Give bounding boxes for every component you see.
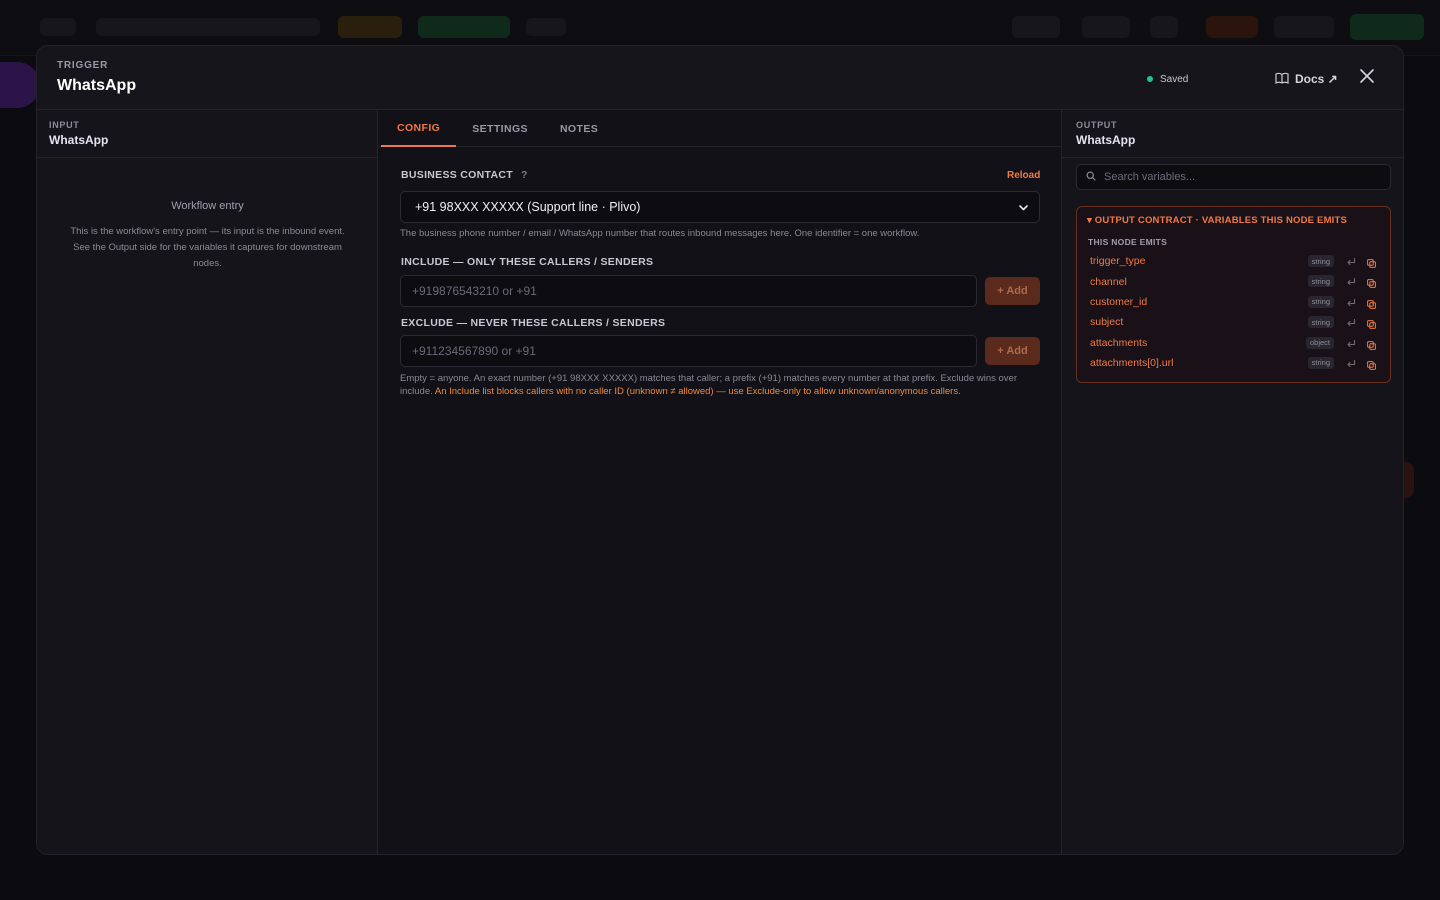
tab-bar: CONFIG SETTINGS NOTES (378, 110, 1061, 147)
filter-rules-note: Empty = anyone. An exact number (+91 98X… (400, 373, 1025, 398)
business-contact-select[interactable]: +91 98XXX XXXXX (Support line · Plivo) (400, 191, 1040, 223)
variable-row[interactable]: trigger_type string (1077, 251, 1390, 271)
filter-rules-warning: An Include list blocks callers with no c… (434, 385, 961, 397)
variable-name[interactable]: attachments (1090, 337, 1147, 349)
insert-variable-icon[interactable] (1346, 315, 1356, 333)
output-pane-header: OUTPUT WhatsApp (1062, 110, 1403, 158)
variable-row[interactable]: customer_id string (1077, 292, 1390, 312)
close-icon (1360, 68, 1374, 88)
workflow-entry-description: This is the workflow's entry point — its… (70, 226, 345, 269)
output-contract-toggle[interactable]: ▾ OUTPUT CONTRACT · VARIABLES THIS NODE … (1087, 215, 1347, 226)
variable-type-badge: string (1307, 356, 1334, 369)
variable-row[interactable]: subject string (1077, 312, 1390, 332)
variable-type-badge: string (1307, 295, 1334, 308)
background-placeholder (1012, 16, 1060, 38)
output-contract-subheading: THIS NODE EMITS (1088, 237, 1168, 247)
background-placeholder (40, 18, 76, 36)
copy-icon[interactable] (1367, 316, 1376, 334)
node-title: WhatsApp (57, 77, 137, 94)
background-placeholder (418, 16, 510, 38)
business-contact-label: BUSINESS CONTACT? (401, 169, 528, 181)
variable-search (1076, 164, 1391, 190)
search-icon (1086, 168, 1096, 186)
output-contract-panel: ▾ OUTPUT CONTRACT · VARIABLES THIS NODE … (1076, 206, 1391, 383)
output-pane: OUTPUT WhatsApp ▾ OUTPUT CONTRACT · VARI… (1062, 110, 1403, 854)
copy-icon[interactable] (1367, 337, 1376, 355)
insert-variable-icon[interactable] (1346, 336, 1356, 354)
save-status: Saved (1147, 72, 1188, 86)
node-kind-label: TRIGGER (57, 60, 109, 71)
copy-icon[interactable] (1367, 357, 1376, 375)
save-status-label: Saved (1160, 73, 1189, 85)
variable-row[interactable]: attachments object (1077, 333, 1390, 353)
insert-variable-icon[interactable] (1346, 356, 1356, 374)
config-pane: CONFIG SETTINGS NOTES BUSINESS CONTACT? … (378, 110, 1062, 854)
variable-type-badge: string (1307, 316, 1334, 329)
exclude-add-button[interactable]: + Add (985, 337, 1040, 365)
variable-type-badge: string (1307, 255, 1334, 267)
input-pane-title: WhatsApp (49, 133, 109, 147)
workflow-entry-title: Workflow entry (171, 200, 244, 212)
variable-type-badge: object (1305, 336, 1334, 349)
background-placeholder (1350, 14, 1424, 40)
tab-config[interactable]: CONFIG (381, 110, 457, 147)
input-pane-kicker: INPUT (49, 120, 80, 130)
docs-link[interactable]: Docs ↗ (1275, 70, 1338, 88)
include-input[interactable] (400, 275, 977, 307)
background-accent (0, 62, 40, 108)
docs-link-label: Docs ↗ (1295, 72, 1338, 86)
status-dot-icon (1147, 76, 1153, 82)
help-icon[interactable]: ? (521, 169, 528, 181)
variable-name[interactable]: trigger_type (1090, 255, 1145, 267)
book-icon (1275, 72, 1289, 87)
copy-icon[interactable] (1367, 275, 1376, 293)
background-placeholder (1274, 16, 1334, 38)
tab-settings[interactable]: SETTINGS (456, 110, 544, 147)
tab-notes[interactable]: NOTES (544, 110, 614, 147)
variable-name[interactable]: customer_id (1090, 296, 1147, 308)
background-placeholder (338, 16, 402, 38)
insert-variable-icon[interactable] (1346, 295, 1356, 313)
variable-name[interactable]: subject (1090, 316, 1123, 328)
exclude-input[interactable] (400, 335, 977, 367)
node-config-modal: TRIGGER WhatsApp Saved Docs ↗ INPUT What… (36, 45, 1404, 855)
variable-name[interactable]: attachments[0].url (1090, 357, 1173, 369)
variable-list: trigger_type string channel string customer_… (1077, 251, 1390, 373)
insert-variable-icon[interactable] (1346, 274, 1356, 292)
background-placeholder (1150, 16, 1178, 38)
variable-type-badge: string (1307, 275, 1334, 288)
copy-icon[interactable] (1367, 255, 1376, 273)
copy-icon[interactable] (1367, 296, 1376, 314)
business-contact-label-text: BUSINESS CONTACT (401, 169, 513, 181)
background-placeholder (96, 18, 320, 36)
business-contact-hint: The business phone number / email / What… (400, 228, 920, 239)
modal-header: TRIGGER WhatsApp Saved Docs ↗ (37, 46, 1403, 110)
close-button[interactable] (1357, 68, 1377, 88)
background-placeholder (1206, 16, 1258, 38)
variable-row[interactable]: channel string (1077, 271, 1390, 291)
insert-variable-icon[interactable] (1346, 254, 1356, 272)
variable-row[interactable]: attachments[0].url string (1077, 353, 1390, 373)
output-pane-title: WhatsApp (1076, 133, 1136, 147)
chevron-down-icon (1018, 202, 1029, 216)
include-label: INCLUDE — ONLY THESE CALLERS / SENDERS (401, 256, 654, 268)
background-placeholder (526, 18, 566, 36)
business-contact-value: +91 98XXX XXXXX (Support line · Plivo) (415, 200, 641, 214)
variable-search-input[interactable] (1104, 171, 1384, 183)
reload-button[interactable]: Reload (1007, 170, 1040, 181)
input-pane: INPUT WhatsApp Workflow entry This is th… (37, 110, 378, 854)
input-pane-header: INPUT WhatsApp (37, 110, 377, 158)
exclude-label: EXCLUDE — NEVER THESE CALLERS / SENDERS (401, 317, 666, 329)
variable-name[interactable]: channel (1090, 276, 1127, 288)
output-pane-kicker: OUTPUT (1076, 120, 1118, 130)
include-add-button[interactable]: + Add (985, 277, 1040, 305)
background-placeholder (1082, 16, 1130, 38)
